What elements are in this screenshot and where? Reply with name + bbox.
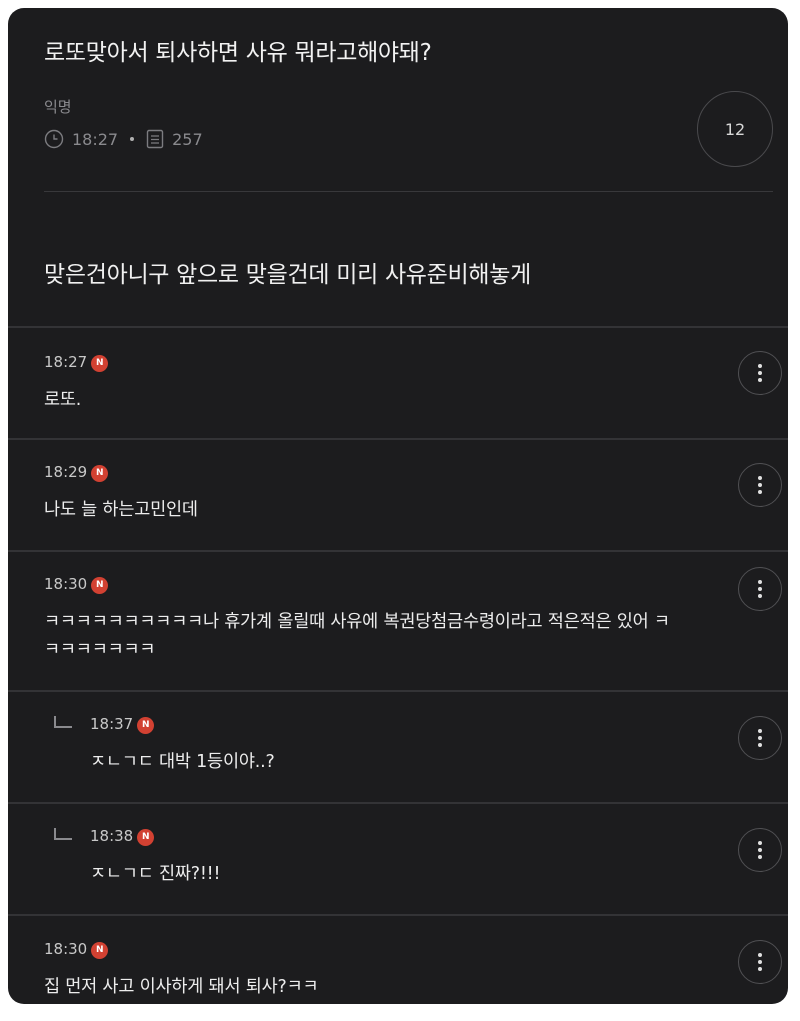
more-vertical-icon[interactable] [738, 463, 782, 507]
new-badge: N [137, 828, 155, 846]
new-badge: N [91, 464, 109, 482]
reply-arrow-icon [54, 716, 72, 728]
more-vertical-icon[interactable] [738, 716, 782, 760]
post-body: 맞은건아니구 앞으로 맞을건데 미리 사유준비해놓게 [44, 262, 531, 288]
reply-arrow-icon [54, 828, 72, 840]
post-views: 257 [172, 129, 203, 149]
comment-text: ㅋㅋㅋㅋㅋㅋㅋㅋㅋㅋ나 휴가계 올릴때 사유에 복권당첨금수령이라고 적은적은 … [44, 612, 670, 660]
more-vertical-icon[interactable] [738, 351, 782, 395]
more-vertical-icon[interactable] [738, 828, 782, 872]
reply-item: 18:38 N ㅈㄴㄱㄷ 진짜?!!! [8, 804, 788, 916]
comment-item: 18:30 N 집 먼저 사고 이사하게 돼서 퇴사?ㅋㅋ [8, 916, 788, 1004]
post-header: 로또맞아서 퇴사하면 사유 뭐라고해야돼? 익명 18:27 257 12 [8, 8, 788, 192]
post-time: 18:27 [72, 129, 119, 149]
post-author[interactable]: 익명 [44, 96, 752, 117]
comment-item: 18:29 N 나도 늘 하는고민인데 [8, 440, 788, 552]
header-divider [44, 191, 773, 192]
post-meta: 18:27 257 [44, 129, 752, 149]
comment-text: ㅈㄴㄱㄷ 대박 1등이야..? [90, 752, 275, 772]
comment-time: 18:30 [44, 940, 88, 958]
comment-text: 나도 늘 하는고민인데 [44, 500, 198, 520]
more-vertical-icon[interactable] [738, 567, 782, 611]
document-icon [146, 129, 164, 149]
comment-text: ㅈㄴㄱㄷ 진짜?!!! [90, 864, 221, 884]
comment-item: 18:27 N 로또. [8, 328, 788, 440]
new-badge: N [91, 354, 109, 372]
comment-text: 집 먼저 사고 이사하게 돼서 퇴사?ㅋㅋ [44, 977, 319, 997]
more-vertical-icon[interactable] [738, 940, 782, 984]
comment-time: 18:30 [44, 575, 88, 593]
new-badge: N [137, 716, 155, 734]
comment-count-button[interactable]: 12 [697, 91, 773, 167]
clock-icon [44, 129, 64, 149]
post-title: 로또맞아서 퇴사하면 사유 뭐라고해야돼? [44, 40, 432, 66]
comment-time: 18:27 [44, 353, 88, 371]
comment-time: 18:38 [90, 827, 134, 845]
comment-time: 18:37 [90, 715, 134, 733]
meta-separator [130, 137, 135, 141]
new-badge: N [91, 941, 109, 959]
comment-item: 18:30 N ㅋㅋㅋㅋㅋㅋㅋㅋㅋㅋ나 휴가계 올릴때 사유에 복권당첨금수령이… [8, 552, 788, 692]
comment-time: 18:29 [44, 463, 88, 481]
comment-list: 18:27 N 로또. 18:29 N 나도 늘 하는고민인데 18:30 N [8, 326, 788, 1004]
app-screen: 로또맞아서 퇴사하면 사유 뭐라고해야돼? 익명 18:27 257 12 맞은… [8, 8, 788, 1004]
reply-item: 18:37 N ㅈㄴㄱㄷ 대박 1등이야..? [8, 692, 788, 804]
new-badge: N [91, 576, 109, 594]
comment-text: 로또. [44, 390, 82, 410]
